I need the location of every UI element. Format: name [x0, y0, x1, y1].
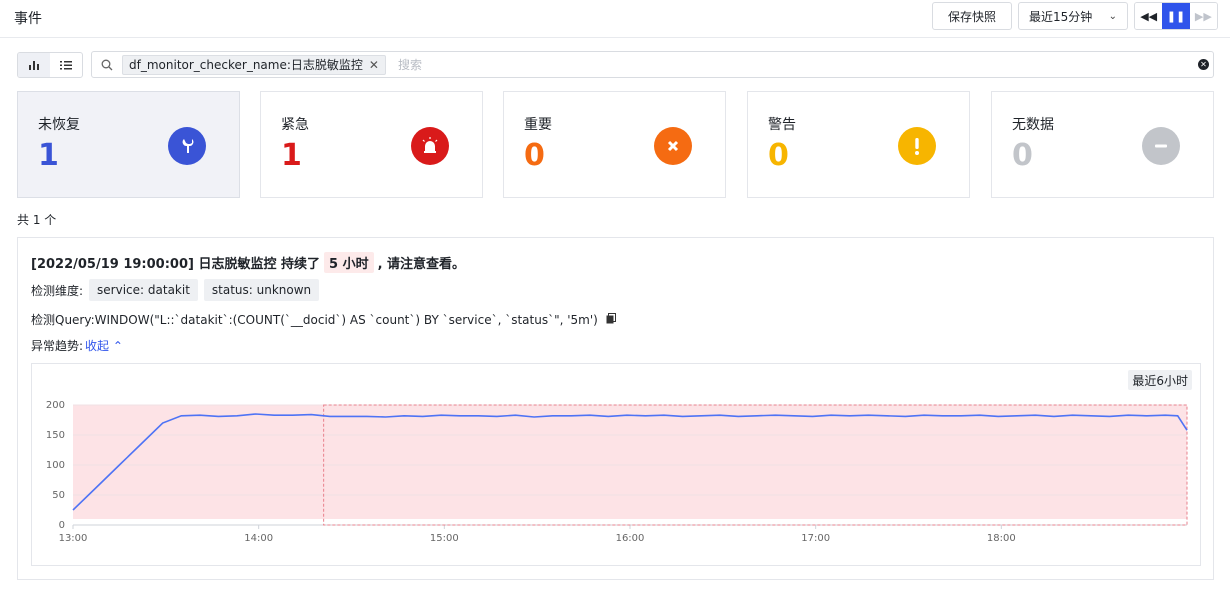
search-icon — [100, 58, 114, 72]
save-snapshot-button[interactable]: 保存快照 — [932, 2, 1012, 30]
stat-count: 0 — [768, 138, 789, 173]
x-tick-label: 17:00 — [801, 533, 830, 544]
bar-chart-icon — [29, 61, 39, 70]
x-tick-label: 13:00 — [59, 533, 88, 544]
close-icon — [654, 127, 692, 165]
forward-button[interactable]: ▶▶ — [1189, 3, 1217, 29]
stat-label: 无数据 — [1012, 117, 1054, 133]
filter-tag[interactable]: df_monitor_checker_name:日志脱敏监控 ✕ — [122, 54, 386, 75]
stat-label: 警告 — [768, 117, 796, 133]
copy-icon[interactable] — [606, 312, 616, 327]
time-range-value: 最近15分钟 — [1029, 9, 1093, 24]
pause-button[interactable]: ❚❚ — [1162, 3, 1190, 29]
stat-card-no-data[interactable]: 无数据 0 — [991, 91, 1214, 198]
chart-view-button[interactable] — [18, 53, 50, 77]
y-tick-label: 200 — [46, 400, 65, 411]
dimensions-label: 检测维度: — [31, 283, 84, 298]
clear-icon[interactable]: ✕ — [1198, 59, 1209, 70]
x-tick-label: 14:00 — [244, 533, 273, 544]
event-card[interactable]: [2022/05/19 19:00:00] 日志脱敏监控 持续了 5 小时 , … — [17, 237, 1214, 580]
list-icon — [60, 61, 72, 70]
stat-card-warning[interactable]: 警告 0 — [747, 91, 970, 198]
trend-chart: 最近6小时 0 50 100 150 200 13:00 14:00 15:00 16:00 17… — [31, 363, 1201, 566]
exclamation-icon — [898, 127, 936, 165]
close-icon[interactable]: ✕ — [369, 58, 379, 72]
stat-count: 0 — [524, 138, 545, 173]
time-range-select[interactable]: 最近15分钟 ⌄ — [1018, 2, 1128, 30]
y-tick-label: 100 — [46, 460, 65, 471]
event-title-suffix: , 请注意查看。 — [377, 257, 466, 272]
stat-count: 1 — [38, 138, 59, 173]
stat-label: 紧急 — [281, 117, 309, 133]
page-title: 事件 — [14, 11, 42, 27]
stat-count: 1 — [281, 138, 302, 173]
event-title: [2022/05/19 19:00:00] 日志脱敏监控 持续了 5 小时 , … — [31, 252, 465, 273]
filter-tag-label: df_monitor_checker_name:日志脱敏监控 — [129, 58, 363, 72]
stat-card-important[interactable]: 重要 0 — [503, 91, 726, 198]
query-text: WINDOW("L::`datakit`:(COUNT(`__docid`) A… — [94, 312, 598, 327]
view-toggle — [17, 52, 83, 78]
y-tick-label: 0 — [59, 520, 65, 531]
x-tick-label: 18:00 — [987, 533, 1016, 544]
dimensions-row: 检测维度: service: datakit status: unknown — [31, 279, 320, 301]
search-input[interactable] — [397, 57, 1198, 72]
stat-label: 未恢复 — [38, 117, 80, 133]
alarm-icon — [411, 127, 449, 165]
total-count: 共 1 个 — [17, 213, 57, 227]
top-bar: 事件 保存快照 最近15分钟 ⌄ ◀◀ ❚❚ ▶▶ — [0, 0, 1230, 38]
trend-chart-svg: 0 50 100 150 200 13:00 14:00 15:00 16:00 17:00 18:… — [46, 400, 1188, 544]
search-bar: df_monitor_checker_name:日志脱敏监控 ✕ ✕ — [91, 51, 1214, 78]
event-title-prefix: [2022/05/19 19:00:00] 日志脱敏监控 持续了 — [31, 257, 320, 272]
playback-controls: ◀◀ ❚❚ ▶▶ — [1134, 2, 1218, 30]
collapse-link[interactable]: 收起 ⌃ — [85, 337, 123, 354]
list-view-button[interactable] — [50, 53, 82, 77]
trend-label: 异常趋势: — [31, 339, 84, 353]
x-tick-label: 16:00 — [616, 533, 645, 544]
chevron-down-icon: ⌄ — [1108, 10, 1117, 22]
stat-count: 0 — [1012, 138, 1033, 173]
trend-row: 异常趋势: 收起 ⌃ — [31, 337, 123, 354]
minus-icon — [1142, 127, 1180, 165]
stat-label: 重要 — [524, 117, 552, 133]
stat-card-critical[interactable]: 紧急 1 — [260, 91, 483, 198]
y-tick-label: 150 — [46, 430, 65, 441]
dimension-chip: status: unknown — [203, 279, 320, 301]
normal-range-band — [73, 405, 1187, 519]
query-row: 检测Query: WINDOW("L::`datakit`:(COUNT(`__… — [31, 311, 616, 328]
query-label: 检测Query: — [31, 313, 95, 327]
rewind-button[interactable]: ◀◀ — [1135, 3, 1163, 29]
stat-card-unrecovered[interactable]: 未恢复 1 — [17, 91, 240, 198]
y-tick-label: 50 — [52, 490, 65, 501]
dimension-chip: service: datakit — [89, 279, 198, 301]
event-duration: 5 小时 — [324, 252, 374, 273]
wrench-icon — [168, 127, 206, 165]
x-tick-label: 15:00 — [430, 533, 459, 544]
